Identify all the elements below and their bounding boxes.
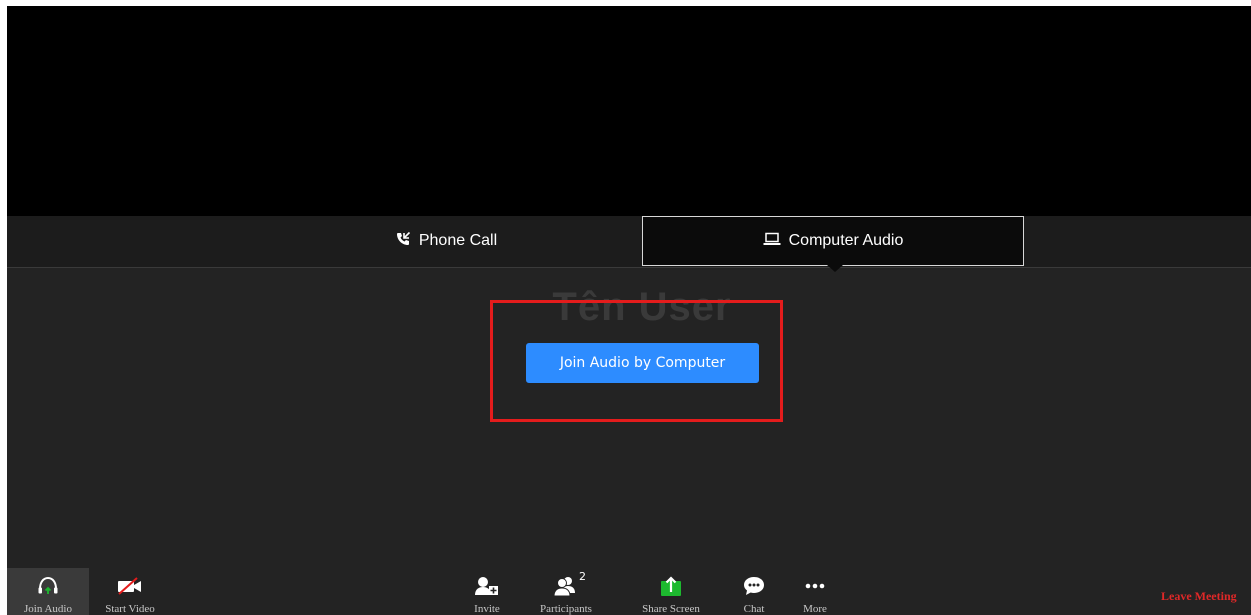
tab-phone-call[interactable]: Phone Call xyxy=(260,216,632,266)
tab-phone-label: Phone Call xyxy=(418,232,498,249)
participants-button[interactable]: 2 Participants xyxy=(531,568,601,615)
invite-label: Invite xyxy=(474,603,500,615)
join-audio-label: Join Audio xyxy=(24,603,72,615)
laptop-icon xyxy=(763,232,781,251)
more-dots-icon xyxy=(800,574,830,598)
participants-icon xyxy=(551,574,581,598)
chat-button[interactable]: Chat xyxy=(734,568,774,615)
video-area xyxy=(7,6,1251,216)
share-screen-icon xyxy=(656,574,686,598)
join-audio-button[interactable]: Join Audio xyxy=(7,568,89,615)
share-screen-label: Share Screen xyxy=(642,603,700,615)
leave-meeting-button[interactable]: Leave Meeting xyxy=(1161,586,1251,606)
start-video-label: Start Video xyxy=(105,603,155,615)
meeting-window: Phone Call Computer Audio Tên User Join … xyxy=(7,6,1251,615)
chat-label: Chat xyxy=(743,603,765,615)
tab-computer-audio[interactable]: Computer Audio xyxy=(642,216,1024,266)
meeting-toolbar: Join Audio Start Video Invite 2 Particip… xyxy=(7,568,1251,615)
share-screen-button[interactable]: Share Screen xyxy=(632,568,710,615)
more-label: More xyxy=(803,603,827,615)
chat-bubble-icon xyxy=(739,574,769,598)
start-video-button[interactable]: Start Video xyxy=(95,568,165,615)
active-tab-caret xyxy=(827,265,843,272)
participants-count: 2 xyxy=(579,570,586,583)
more-button[interactable]: More xyxy=(795,568,835,615)
participants-label: Participants xyxy=(540,603,592,615)
audio-tabs: Phone Call Computer Audio xyxy=(7,216,1251,268)
video-off-icon xyxy=(115,574,145,598)
invite-user-icon xyxy=(472,574,502,598)
tab-computer-label: Computer Audio xyxy=(788,232,904,249)
phone-call-icon xyxy=(395,231,411,252)
headphones-icon xyxy=(33,574,63,598)
join-audio-by-computer-button[interactable]: Join Audio by Computer xyxy=(526,343,759,383)
invite-button[interactable]: Invite xyxy=(462,568,512,615)
